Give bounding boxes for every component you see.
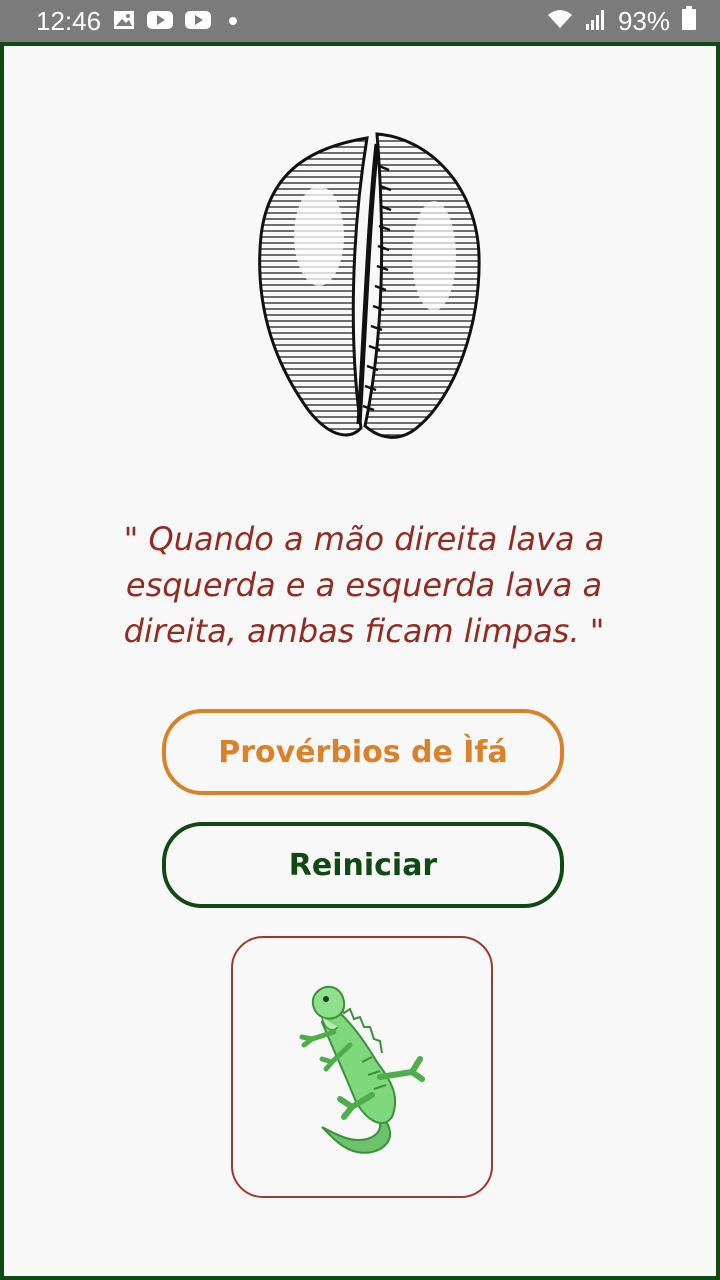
wifi-icon <box>546 6 574 37</box>
image-icon <box>113 6 135 37</box>
youtube-icon <box>185 6 212 37</box>
cowrie-shell-icon <box>249 126 489 446</box>
proverb-text: " Quando a mão direita lava a esquerda e… <box>123 520 605 650</box>
battery-icon <box>682 5 696 37</box>
app-frame: " Quando a mão direita lava a esquerda e… <box>0 42 720 1280</box>
dot-icon <box>229 17 238 25</box>
signal-icon <box>585 6 606 37</box>
status-bar: 12:46 93% <box>0 0 720 42</box>
youtube-icon <box>147 6 174 37</box>
iguana-icon <box>299 985 425 1154</box>
status-left: 12:46 <box>36 5 238 37</box>
status-right: 93% <box>546 5 696 37</box>
status-time: 12:46 <box>36 5 102 36</box>
proverbios-button[interactable]: Provérbios de Ìfá <box>162 709 564 795</box>
battery-level: 93% <box>617 5 670 36</box>
iguana-card[interactable] <box>231 936 493 1198</box>
reiniciar-button[interactable]: Reiniciar <box>162 822 564 908</box>
